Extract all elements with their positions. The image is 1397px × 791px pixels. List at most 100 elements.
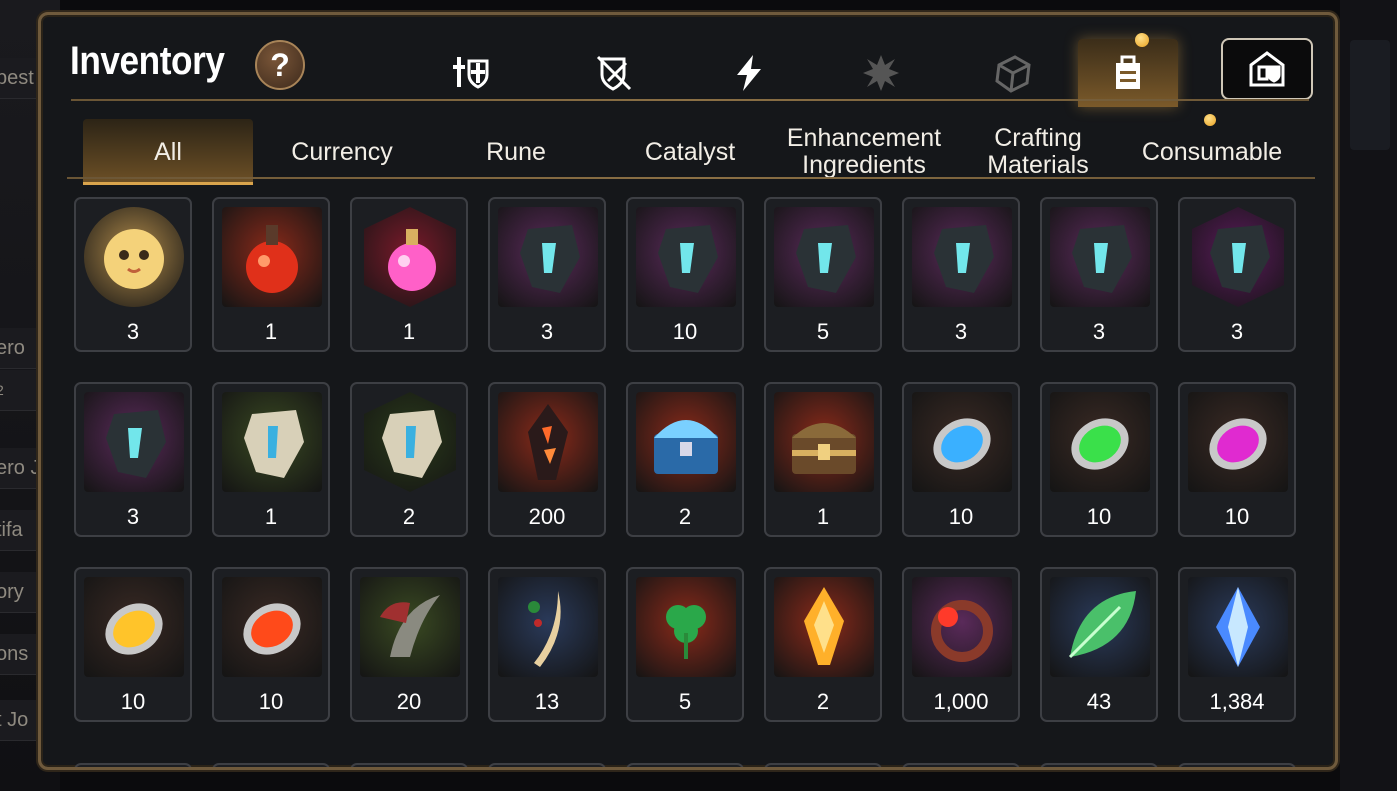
pink-potion-icon: [364, 207, 456, 307]
tab-catalyst[interactable]: Catalyst: [605, 119, 775, 185]
inventory-slot[interactable]: 5: [626, 567, 744, 722]
inventory-slot[interactable]: 2: [350, 382, 468, 537]
page-title: Inventory: [70, 39, 225, 83]
rune-swirl-icon: [498, 207, 598, 307]
inventory-slot[interactable]: 13: [488, 567, 606, 722]
clover-amulet-icon: [636, 577, 736, 677]
item-quantity: 13: [534, 689, 560, 714]
inventory-slot[interactable]: 3: [1178, 197, 1296, 352]
inventory-slot[interactable]: 1: [212, 382, 330, 537]
lightning-icon[interactable]: [699, 39, 799, 107]
flower-bracelet-icon: [912, 577, 1012, 677]
item-quantity: 20: [396, 689, 422, 714]
item-quantity: 10: [948, 504, 974, 529]
rune-boot-icon: [1050, 207, 1150, 307]
divider: [67, 177, 1315, 179]
storage-icon[interactable]: [1221, 38, 1313, 100]
item-quantity: 3: [954, 319, 968, 344]
item-quantity: 1,000: [933, 689, 989, 714]
rune-lightning-icon: [774, 207, 874, 307]
item-quantity: 2: [678, 504, 692, 529]
equipment-icon[interactable]: [421, 39, 521, 107]
inventory-slot[interactable]: 10: [74, 567, 192, 722]
item-quantity: 5: [678, 689, 692, 714]
notification-dot: [1204, 114, 1216, 126]
inventory-slot[interactable]: 43: [1040, 567, 1158, 722]
help-button[interactable]: ?: [255, 40, 305, 90]
item-quantity: 10: [120, 689, 146, 714]
divider: [71, 99, 1309, 101]
tab-crafting-materials[interactable]: Crafting Materials: [953, 119, 1123, 185]
inventory-slot[interactable]: 10: [1040, 382, 1158, 537]
rune-hammer-icon: [636, 207, 736, 307]
item-quantity: 1: [264, 504, 278, 529]
claw-icon: [360, 577, 460, 677]
background-right: [1340, 0, 1397, 791]
item-quantity: 1: [402, 319, 416, 344]
inventory-panel: Inventory ? All Currency Rune Catalyst E…: [38, 12, 1338, 770]
stone-sword-icon: [222, 392, 322, 492]
item-quantity: 2: [402, 504, 416, 529]
inventory-slot[interactable]: 5: [764, 197, 882, 352]
bag-icon[interactable]: [1078, 39, 1178, 107]
tab-rune[interactable]: Rune: [431, 119, 601, 185]
tab-consumable[interactable]: Consumable: [1127, 119, 1297, 185]
dark-crystal-icon: [498, 392, 598, 492]
crystal-gem-icon: [1188, 577, 1288, 677]
rune-star-icon: [1192, 207, 1284, 307]
item-quantity: 10: [1086, 504, 1112, 529]
item-quantity: 1: [816, 504, 830, 529]
wind-gem-icon: [1050, 392, 1150, 492]
leaf-icon: [1050, 577, 1150, 677]
inventory-slot[interactable]: 1,000: [902, 567, 1020, 722]
flame-shard-icon: [774, 577, 874, 677]
cube-icon[interactable]: [963, 39, 1063, 107]
inventory-slot[interactable]: 3: [1040, 197, 1158, 352]
inventory-slot[interactable]: 3: [902, 197, 1020, 352]
inventory-slot[interactable]: 10: [212, 567, 330, 722]
inventory-slot[interactable]: 1: [764, 382, 882, 537]
stone-star-icon: [364, 392, 456, 492]
tab-enhancement-ingredients[interactable]: Enhancement Ingredients: [779, 119, 949, 185]
gold-chest-icon: [774, 392, 874, 492]
item-quantity: 2: [816, 689, 830, 714]
inventory-slot[interactable]: 1: [350, 197, 468, 352]
feather-charm-icon: [498, 577, 598, 677]
inventory-slot[interactable]: 10: [1178, 382, 1296, 537]
item-quantity: 200: [528, 504, 566, 529]
item-quantity: 10: [672, 319, 698, 344]
no-equipment-icon[interactable]: [564, 39, 664, 107]
item-quantity: 5: [816, 319, 830, 344]
inventory-slot[interactable]: 200: [488, 382, 606, 537]
inventory-slot[interactable]: 20: [350, 567, 468, 722]
tab-all[interactable]: All: [83, 119, 253, 185]
inventory-slot[interactable]: 3: [74, 382, 192, 537]
inventory-slot[interactable]: 1: [212, 197, 330, 352]
red-potion-icon: [222, 207, 322, 307]
fire-gem-icon: [222, 577, 322, 677]
item-quantity: 3: [540, 319, 554, 344]
item-quantity: 3: [1092, 319, 1106, 344]
inventory-slot[interactable]: 2: [764, 567, 882, 722]
item-quantity: 10: [258, 689, 284, 714]
rune-helmet-icon: [84, 392, 184, 492]
inventory-slot[interactable]: 3: [74, 197, 192, 352]
moon-gem-icon: [1188, 392, 1288, 492]
inventory-slot[interactable]: 10: [626, 197, 744, 352]
notification-dot: [1135, 33, 1149, 47]
item-quantity: 3: [1230, 319, 1244, 344]
inventory-slot[interactable]: 3: [488, 197, 606, 352]
inventory-slot[interactable]: 2: [626, 382, 744, 537]
rune-sword-icon: [912, 207, 1012, 307]
artifact-icon[interactable]: [831, 39, 931, 107]
tab-currency[interactable]: Currency: [257, 119, 427, 185]
sun-gem-icon: [84, 577, 184, 677]
blue-chest-icon: [636, 392, 736, 492]
frost-gem-icon: [912, 392, 1012, 492]
item-quantity: 3: [126, 319, 140, 344]
phantasma-creature-icon: [84, 207, 184, 307]
inventory-slot[interactable]: 10: [902, 382, 1020, 537]
item-quantity: 43: [1086, 689, 1112, 714]
inventory-slot[interactable]: 1,384: [1178, 567, 1296, 722]
item-quantity: 10: [1224, 504, 1250, 529]
